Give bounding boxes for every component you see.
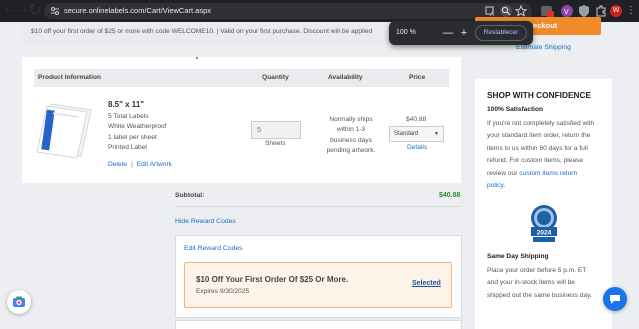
chat-icon: [610, 295, 620, 304]
zoom-out-button[interactable]: —: [441, 25, 455, 41]
zoom-icon[interactable]: [500, 5, 512, 17]
subtotal-label: Subtotal:: [175, 192, 205, 199]
chevron-down-icon: ▼: [434, 131, 439, 137]
edit-reward-codes-link[interactable]: Edit Reward Codes: [184, 245, 243, 252]
offer-expiry: Expires 9/30/2025: [196, 288, 250, 295]
same-day-title: Same Day Shipping: [487, 253, 549, 260]
shield-icon[interactable]: [577, 4, 591, 18]
text-line: refund. For custom items, please: [487, 157, 584, 165]
product-description: 5 Total Labels White Weatherproof 1 labe…: [108, 112, 167, 154]
text-fragment: review our: [487, 169, 520, 177]
hide-reward-codes-link[interactable]: Hide Reward Codes: [175, 218, 236, 225]
indicator-dot: [196, 57, 198, 59]
bookmark-star-icon[interactable]: [515, 5, 527, 17]
next-panel: [175, 320, 462, 329]
availability-line: Normally ships: [329, 116, 373, 123]
header-quantity: Quantity: [262, 74, 289, 81]
availability-line: business days: [330, 136, 372, 144]
sidebar-heading: SHOP WITH CONFIDENCE: [487, 90, 592, 100]
product-thumbnail[interactable]: [37, 102, 93, 158]
item-price: $40.88: [406, 116, 427, 123]
extension-purple-icon[interactable]: V: [560, 4, 574, 18]
svg-text:V: V: [564, 9, 569, 16]
header-availability: Availability: [328, 74, 363, 81]
quantity-unit: Sheets: [265, 140, 286, 147]
text-line: and your in-stock items will be: [487, 279, 575, 287]
text-line: Place your order before 5 p.m. ET: [487, 267, 587, 274]
extension-badge-icon[interactable]: [540, 4, 554, 18]
desc-line: 5 Total Labels: [108, 113, 149, 120]
trust-badge-icon: 2024: [531, 205, 557, 242]
details-link[interactable]: Details: [407, 144, 427, 151]
edit-artwork-link[interactable]: Edit Artwork: [137, 161, 172, 168]
zoom-popup: 100 % — + Restablecer: [389, 21, 533, 45]
same-day-text: Place your order before 5 p.m. ET and yo…: [487, 265, 606, 302]
site-info-icon[interactable]: [49, 5, 61, 17]
quantity-input[interactable]: 5: [251, 121, 301, 139]
translate-icon[interactable]: A: [485, 5, 497, 17]
badge-year: 2024: [537, 230, 552, 237]
lens-icon: [13, 296, 25, 307]
chat-button[interactable]: [603, 287, 627, 311]
product-name[interactable]: 8.5" x 11": [108, 100, 144, 109]
header-price: Price: [409, 74, 426, 81]
product-actions: Delete | Edit Artwork: [108, 161, 172, 168]
offer-selected-link[interactable]: Selected: [412, 280, 441, 287]
divider: [175, 206, 462, 207]
desc-line: Printed Label: [108, 144, 147, 152]
zoom-reset-button[interactable]: Restablecer: [475, 25, 527, 41]
policy-link[interactable]: policy: [487, 182, 503, 189]
satisfaction-title: 100% Satisfaction: [487, 106, 544, 113]
zoom-level: 100 %: [396, 29, 416, 36]
desc-line: White Weatherproof: [108, 123, 167, 131]
satisfaction-text: If you're not completely satisfied with …: [487, 118, 606, 192]
availability-line: within 1-3: [336, 126, 366, 134]
delete-link[interactable]: Delete: [108, 161, 127, 168]
text-line: review our custom items return: [487, 168, 606, 180]
text-line: shipped out the same business day.: [487, 291, 592, 299]
reload-icon[interactable]: ↻: [28, 0, 41, 20]
text-line: your standard item order, return the: [487, 132, 591, 140]
estimate-shipping-link[interactable]: Estimate Shipping: [475, 44, 612, 51]
zoom-in-button[interactable]: +: [457, 25, 471, 41]
text-line: If you're not completely satisfied with: [487, 120, 595, 127]
address-bar[interactable]: secure.onlinelabels.com/Cart/ViewCart.as…: [44, 3, 532, 19]
shipping-select-value: Standard: [394, 131, 419, 137]
separator: |: [131, 161, 133, 168]
promo-text: $10 off your first order of $25 or more …: [31, 28, 373, 35]
offer-title: $10 Off Your First Order Of $25 Or More.: [196, 275, 349, 284]
subtotal-value: $40.88: [439, 192, 461, 199]
url-text[interactable]: secure.onlinelabels.com/Cart/ViewCart.as…: [64, 5, 211, 17]
desc-line: 1 label per sheet: [108, 133, 157, 141]
shipping-select[interactable]: Standard ▼: [389, 126, 444, 142]
lens-button[interactable]: [7, 290, 31, 314]
text-fragment: .: [503, 182, 506, 190]
header-product: Product Information: [38, 74, 102, 81]
availability-line: pending artwork.: [326, 147, 376, 155]
text-line: policy.: [487, 180, 606, 192]
text-line: items to us within 60 days for a full: [487, 144, 588, 152]
puzzle-icon[interactable]: [594, 4, 608, 18]
availability-text: Normally ships within 1-3 business days …: [315, 115, 387, 157]
return-policy-link[interactable]: custom items return: [519, 170, 577, 177]
profile-avatar[interactable]: W: [610, 5, 622, 17]
menu-kebab-icon[interactable]: ⋮: [626, 4, 636, 18]
